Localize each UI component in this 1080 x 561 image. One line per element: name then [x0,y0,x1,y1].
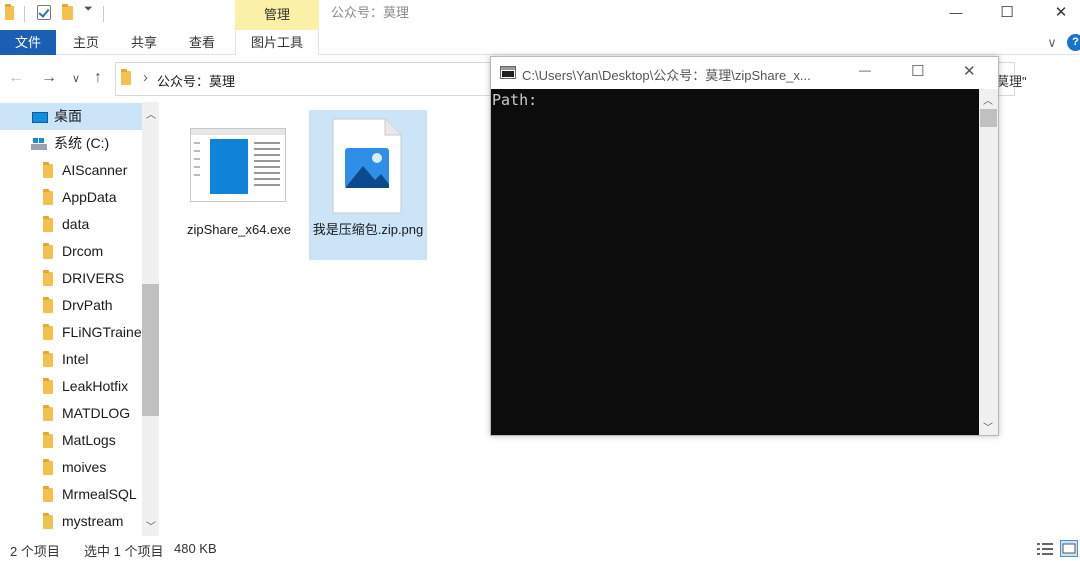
console-window[interactable]: C:\Users\Yan\Desktop\公众号：莫理\zipShare_x..… [490,56,999,436]
sidebar-item-folder[interactable]: AIScanner [0,157,142,184]
title-bar: ⏷ [0,0,1080,27]
sidebar-item-desktop[interactable]: 桌面 [0,103,142,130]
console-scrollbar-thumb[interactable] [980,109,997,127]
folder-icon [43,162,53,178]
sidebar-item-folder[interactable]: MatLogs [0,427,142,454]
application-thumbnail-icon [190,128,286,202]
folder-icon [43,459,53,475]
console-title: C:\Users\Yan\Desktop\公众号：莫理\zipShare_x..… [522,68,811,83]
desktop-icon [32,112,48,123]
folder-icon [43,297,53,313]
sidebar-item-folder[interactable]: MATDLOG [0,400,142,427]
tab-picture-tools[interactable]: 图片工具 [235,30,319,55]
ribbon-expand-icon[interactable]: ∨ [1044,30,1060,55]
folder-icon [43,324,53,340]
window-title: 公众号：莫理 [331,5,410,20]
back-icon[interactable]: ← [8,69,24,87]
status-bar: 2 个项目 选中 1 个项目 480 KB [0,536,1080,561]
selection-size: 480 KB [174,541,217,556]
tab-view[interactable]: 查看 [176,30,228,55]
new-folder-icon[interactable] [62,4,73,20]
scroll-up-icon[interactable]: ︿ [983,92,993,107]
folder-icon [43,405,53,421]
image-file-icon [332,118,402,214]
sidebar-item-folder[interactable]: data [0,211,142,238]
folder-icon [43,513,53,529]
sidebar-item-folder[interactable]: AppData [0,184,142,211]
breadcrumb-chevron-icon[interactable]: › [143,69,148,86]
folder-icon [121,69,131,85]
details-view-icon[interactable] [1037,542,1053,556]
sidebar-item-folder[interactable]: FLiNGTrainer [0,319,142,346]
nav-scrollbar-thumb[interactable] [142,284,159,416]
sidebar-item-folder[interactable]: Drcom [0,238,142,265]
navigation-pane: 桌面 系统 (C:) AIScanner AppData data Drcom … [0,102,160,536]
up-icon[interactable]: ↑ [94,69,102,87]
console-minimize-button[interactable]: — [859,63,871,77]
folder-icon [43,351,53,367]
selection-count: 选中 1 个项目 [84,544,164,559]
quick-access-dropdown-icon[interactable]: ⏷ [84,3,93,16]
folder-icon [43,378,53,394]
file-name: 我是压缩包.zip.png [312,222,424,237]
divider [24,6,25,22]
file-item[interactable]: zipShare_x64.exe [180,110,298,260]
breadcrumb[interactable]: 公众号：莫理 [157,71,235,90]
sidebar-item-folder[interactable]: DRIVERS [0,265,142,292]
scroll-up-icon[interactable]: ︿ [146,106,156,121]
console-icon [500,66,516,79]
sidebar-item-folder[interactable]: mystream [0,508,142,535]
manage-context-tab[interactable]: 管理 [235,0,319,30]
console-text: Path: [492,91,538,109]
scroll-down-icon[interactable]: ﹀ [983,419,993,434]
ribbon-tabs: 文件 主页 共享 查看 图片工具 ∨ ? [0,30,1080,55]
folder-icon [5,4,14,20]
folder-icon [43,243,53,259]
large-icons-view-icon[interactable] [1060,540,1078,557]
recent-locations-icon[interactable]: ∨ [72,72,80,85]
search-input[interactable]: 莫理" [996,71,1027,90]
sidebar-item-drive-c[interactable]: 系统 (C:) [0,130,142,157]
folder-icon [43,189,53,205]
properties-check-icon[interactable] [37,5,51,20]
tab-home[interactable]: 主页 [60,30,112,55]
sidebar-item-folder[interactable]: MrmealSQL [0,481,142,508]
file-name: zipShare_x64.exe [186,222,292,237]
console-maximize-button[interactable]: ☐ [911,62,924,80]
console-output[interactable]: Path: [491,89,979,435]
sidebar-item-folder[interactable]: DrvPath [0,292,142,319]
sidebar-item-folder[interactable]: LeakHotfix [0,373,142,400]
folder-icon [43,432,53,448]
console-close-button[interactable]: ✕ [963,62,976,80]
help-icon[interactable]: ? [1067,34,1080,51]
sidebar-item-folder[interactable]: Intel [0,346,142,373]
console-scrollbar[interactable] [979,89,998,435]
tab-share[interactable]: 共享 [118,30,170,55]
folder-icon [43,486,53,502]
forward-icon[interactable]: → [41,69,57,87]
folder-icon [43,270,53,286]
tab-file[interactable]: 文件 [0,30,56,55]
divider [103,6,104,22]
sidebar-item-folder[interactable]: moives [0,454,142,481]
maximize-button[interactable]: ☐ [984,0,1030,25]
scroll-down-icon[interactable]: ﹀ [146,518,156,533]
file-item-selected[interactable]: 我是压缩包.zip.png [309,110,427,260]
drive-icon [31,138,47,150]
item-count: 2 个项目 [10,544,60,559]
close-button[interactable]: ✕ [1038,0,1080,25]
folder-icon [43,216,53,232]
minimize-button[interactable]: — [933,0,979,25]
